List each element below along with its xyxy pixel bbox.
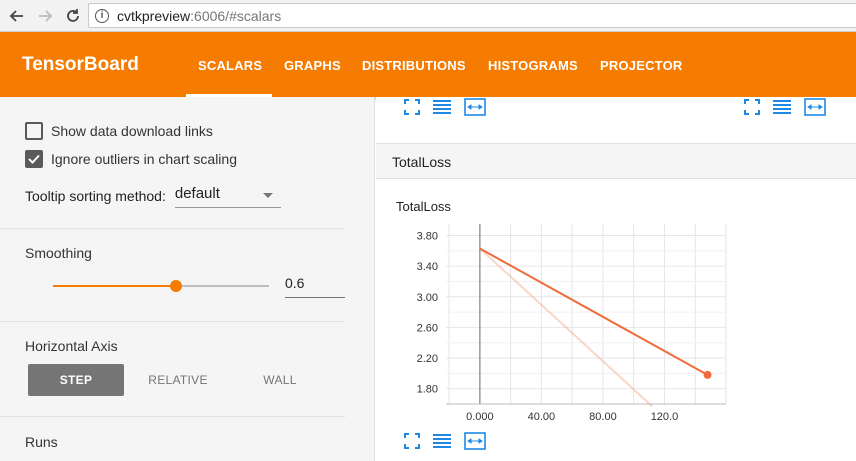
axis-step-button[interactable]: STEP (28, 364, 124, 396)
fullscreen-icon[interactable] (404, 99, 420, 115)
x-tick-label: 80.00 (589, 411, 617, 423)
y-tick-label: 3.80 (417, 230, 438, 242)
divider (0, 416, 345, 417)
show-download-links-option[interactable]: Show data download links (25, 122, 213, 140)
runs-label: Runs (25, 434, 58, 450)
divider (0, 228, 345, 229)
checkmark-icon (28, 154, 40, 164)
app-header: TensorBoard SCALARS GRAPHS DISTRIBUTIONS… (0, 32, 856, 97)
totalloss-chart[interactable]: 3.80 3.40 3.00 2.60 2.20 1.80 0.000 40.00 80.00 1… (376, 219, 736, 431)
app-title: TensorBoard (22, 54, 139, 75)
series-end-point (703, 370, 712, 379)
y-tick-label: 3.00 (417, 292, 438, 304)
tooltip-sorting-label: Tooltip sorting method: (25, 188, 166, 204)
chart-toolbar-bottom (404, 432, 486, 450)
show-download-links-checkbox[interactable] (25, 122, 43, 140)
sidebar: Show data download links Ignore outliers… (0, 97, 375, 461)
smoothing-label: Smoothing (25, 245, 92, 261)
ignore-outliers-label: Ignore outliers in chart scaling (51, 151, 237, 167)
ignore-outliers-option[interactable]: Ignore outliers in chart scaling (25, 150, 237, 168)
dropdown-caret-icon (262, 193, 273, 198)
main-panel: TotalLoss TotalLoss 3.80 3.40 3.00 2.60 2.20… (376, 97, 856, 461)
horizontal-axis-label: Horizontal Axis (25, 338, 118, 354)
chart-toolbar-top-left (404, 98, 486, 116)
chart-toolbar-top-right (744, 98, 826, 116)
browser-toolbar: i cvtkpreview:6006/#scalars (0, 0, 856, 32)
fit-domain-icon[interactable] (464, 98, 486, 116)
tooltip-sorting-select[interactable]: default (174, 184, 281, 208)
url-host: cvtkpreview (117, 7, 191, 24)
back-button[interactable] (6, 5, 28, 27)
tooltip-sorting-value: default (174, 185, 220, 202)
y-tick-label: 2.60 (417, 322, 438, 334)
list-icon[interactable] (432, 433, 452, 449)
url-path: :6006/#scalars (190, 7, 282, 24)
smoothing-slider-thumb[interactable] (169, 280, 182, 292)
forward-button[interactable] (34, 5, 56, 27)
y-tick-label: 2.20 (417, 353, 438, 365)
y-tick-label: 3.40 (417, 261, 438, 273)
back-arrow-icon (9, 9, 23, 22)
x-tick-label: 120.0 (651, 411, 679, 423)
divider (0, 321, 345, 322)
y-tick-label: 1.80 (417, 384, 438, 396)
address-bar[interactable]: i cvtkpreview:6006/#scalars (88, 3, 856, 28)
smoothing-slider-fill (53, 285, 176, 287)
chart-card-header[interactable]: TotalLoss (376, 143, 856, 179)
ignore-outliers-checkbox[interactable] (25, 150, 43, 168)
tab-graphs[interactable]: GRAPHS (284, 58, 341, 73)
smoothing-slider[interactable] (53, 280, 269, 292)
tab-histograms[interactable]: HISTOGRAMS (488, 58, 578, 73)
list-icon[interactable] (772, 99, 792, 115)
tab-distributions[interactable]: DISTRIBUTIONS (362, 58, 466, 73)
list-icon[interactable] (432, 99, 452, 115)
show-download-links-label: Show data download links (51, 123, 213, 139)
tab-scalars[interactable]: SCALARS (198, 58, 262, 73)
x-tick-label: 40.00 (528, 411, 556, 423)
fit-domain-icon[interactable] (464, 432, 486, 450)
tooltip-sorting-row: Tooltip sorting method: default (25, 184, 281, 208)
smoothing-input[interactable]: 0.6 (285, 275, 345, 298)
forward-arrow-icon (39, 9, 53, 22)
axis-relative-button[interactable]: RELATIVE (126, 364, 230, 396)
fullscreen-icon[interactable] (744, 99, 760, 115)
axis-wall-button[interactable]: WALL (232, 364, 328, 396)
fit-domain-icon[interactable] (804, 98, 826, 116)
x-tick-label: 0.000 (466, 411, 494, 423)
reload-icon (67, 8, 79, 22)
fullscreen-icon[interactable] (404, 433, 420, 449)
chart-title: TotalLoss (396, 199, 451, 214)
reload-button[interactable] (62, 5, 84, 27)
info-icon[interactable]: i (95, 8, 109, 23)
tab-projector[interactable]: PROJECTOR (600, 58, 682, 73)
